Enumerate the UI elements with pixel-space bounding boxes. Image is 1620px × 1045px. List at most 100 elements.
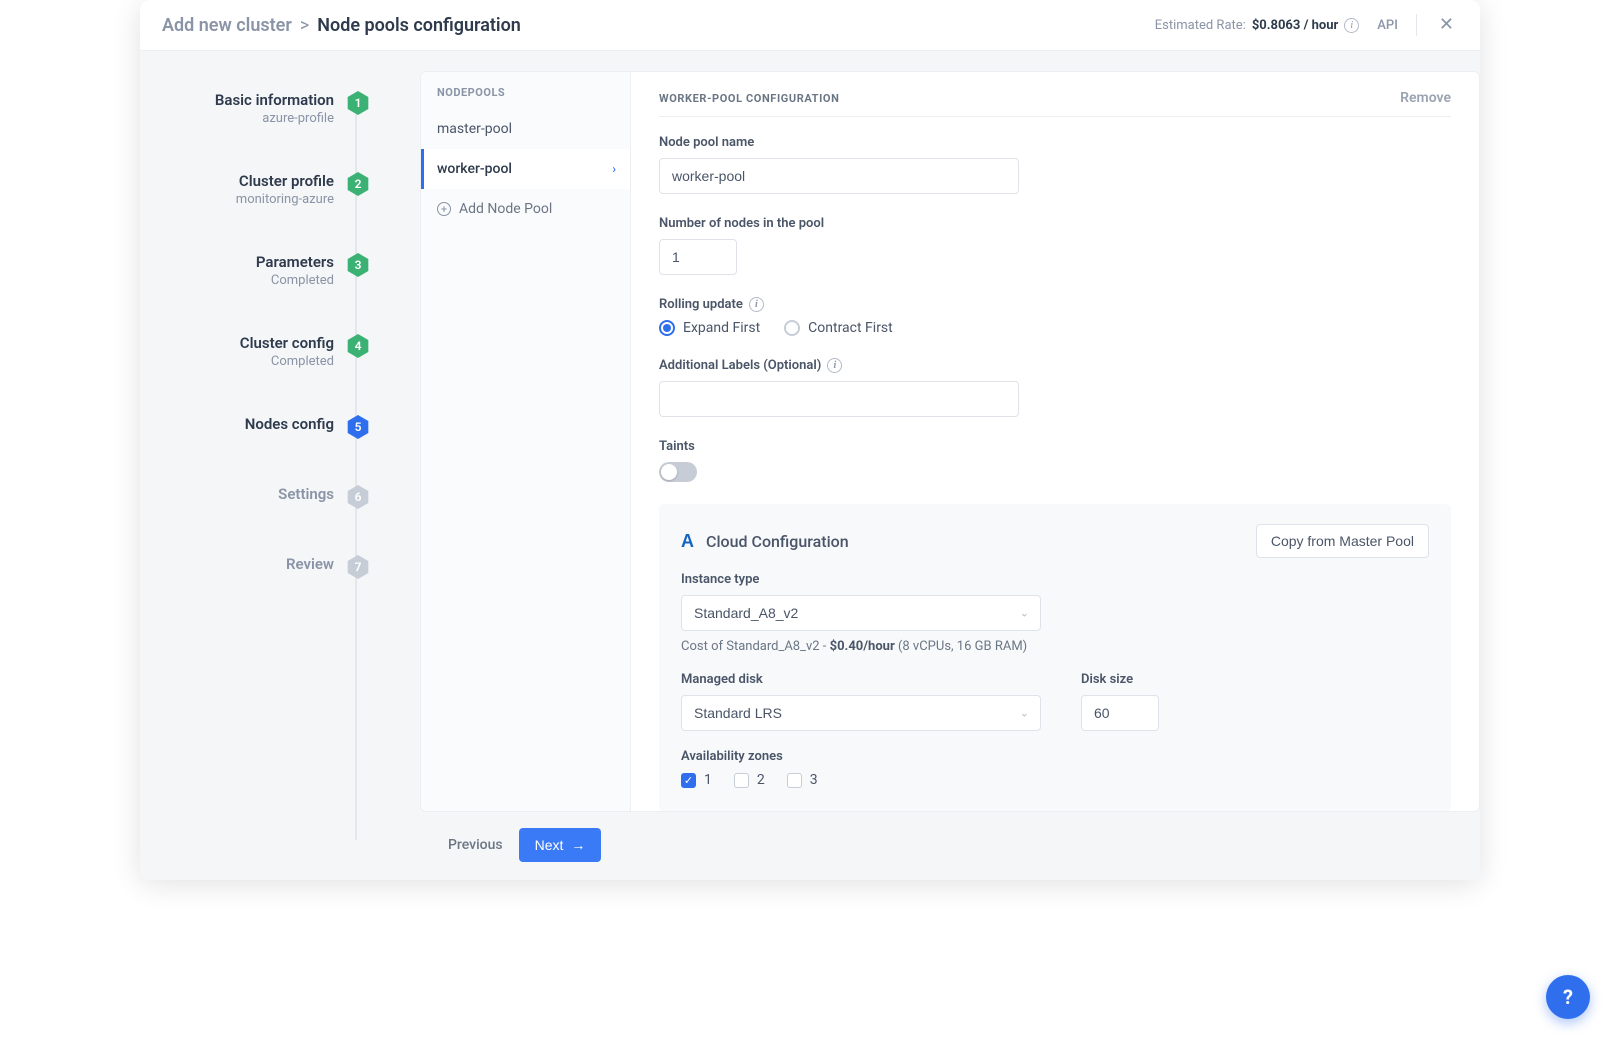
managed-disk-select[interactable] bbox=[681, 695, 1041, 731]
step-settings[interactable]: Settings 6 bbox=[140, 485, 370, 555]
checkbox-icon: ✓ bbox=[681, 773, 696, 788]
step-badge: 7 bbox=[346, 555, 370, 579]
nodepool-list: NODEPOOLS master-pool worker-pool › + Ad… bbox=[421, 72, 631, 811]
chevron-down-icon: ⌄ bbox=[1020, 607, 1029, 620]
field-additional-labels: Additional Labels (Optional) i bbox=[659, 358, 1451, 417]
radio-dot-icon bbox=[784, 320, 800, 336]
radio-label: Contract First bbox=[808, 320, 893, 336]
step-parameters[interactable]: Parameters Completed 3 bbox=[140, 253, 370, 334]
step-badge: 5 bbox=[346, 415, 370, 439]
step-title: Cluster config bbox=[240, 334, 334, 352]
instance-type-label: Instance type bbox=[681, 572, 1429, 587]
step-subtitle: azure-profile bbox=[215, 111, 334, 126]
step-title: Settings bbox=[278, 485, 334, 503]
arrow-right-icon: → bbox=[571, 837, 585, 853]
app-window: Add new cluster > Node pools configurati… bbox=[140, 0, 1480, 880]
radio-expand-first[interactable]: Expand First bbox=[659, 320, 760, 336]
body: Basic information azure-profile 1 Cluste… bbox=[140, 51, 1480, 880]
info-icon[interactable]: i bbox=[1344, 18, 1359, 33]
next-button[interactable]: Next → bbox=[519, 828, 602, 862]
separator bbox=[1416, 14, 1417, 36]
step-nodes-config[interactable]: Nodes config 5 bbox=[140, 415, 370, 485]
step-title: Parameters bbox=[256, 253, 334, 271]
rolling-update-options: Expand First Contract First bbox=[659, 320, 1451, 336]
field-instance-type: Instance type ⌄ Cost of Standard_A8_v2 -… bbox=[681, 572, 1429, 654]
rolling-update-label: Rolling update i bbox=[659, 297, 1451, 312]
step-cluster-profile[interactable]: Cluster profile monitoring-azure 2 bbox=[140, 172, 370, 253]
add-nodepool-label: Add Node Pool bbox=[459, 201, 552, 217]
step-review[interactable]: Review 7 bbox=[140, 555, 370, 625]
instance-cost-line: Cost of Standard_A8_v2 - $0.40/hour (8 v… bbox=[681, 639, 1429, 654]
chevron-right-icon: › bbox=[612, 162, 616, 176]
add-nodepool-button[interactable]: + Add Node Pool bbox=[421, 189, 630, 229]
section-title: WORKER-POOL CONFIGURATION bbox=[659, 92, 839, 105]
field-disk-size: Disk size bbox=[1081, 672, 1159, 731]
previous-button[interactable]: Previous bbox=[448, 837, 503, 853]
breadcrumb-separator: > bbox=[300, 15, 309, 36]
topbar-right: Estimated Rate: $0.8063 / hour i API ✕ bbox=[1155, 14, 1458, 36]
next-button-label: Next bbox=[535, 837, 564, 853]
field-managed-disk: Managed disk ⌄ bbox=[681, 672, 1041, 731]
azure-icon: A bbox=[681, 531, 694, 552]
estimated-rate-label: Estimated Rate: bbox=[1155, 18, 1246, 33]
az-checkbox-2[interactable]: 2 bbox=[734, 772, 765, 788]
main: NODEPOOLS master-pool worker-pool › + Ad… bbox=[370, 51, 1480, 880]
info-icon[interactable]: i bbox=[827, 358, 842, 373]
field-pool-name: Node pool name bbox=[659, 135, 1451, 194]
additional-labels-input[interactable] bbox=[659, 381, 1019, 417]
az-checkbox-3[interactable]: 3 bbox=[787, 772, 818, 788]
num-nodes-label: Number of nodes in the pool bbox=[659, 216, 1451, 231]
cloud-title-text: Cloud Configuration bbox=[706, 532, 849, 551]
radio-label: Expand First bbox=[683, 320, 760, 336]
field-num-nodes: Number of nodes in the pool bbox=[659, 216, 1451, 275]
step-title: Review bbox=[286, 555, 334, 573]
cloud-card-header: A Cloud Configuration Copy from Master P… bbox=[681, 524, 1429, 558]
nodepool-list-header: NODEPOOLS bbox=[421, 72, 630, 109]
step-subtitle: Completed bbox=[240, 354, 334, 369]
cloud-card-title: A Cloud Configuration bbox=[681, 531, 849, 552]
step-title: Nodes config bbox=[245, 415, 334, 433]
step-basic-information[interactable]: Basic information azure-profile 1 bbox=[140, 91, 370, 172]
close-icon[interactable]: ✕ bbox=[1435, 16, 1458, 34]
taints-toggle[interactable] bbox=[659, 462, 697, 482]
form-area: WORKER-POOL CONFIGURATION Remove Node po… bbox=[631, 72, 1479, 811]
breadcrumb-current: Node pools configuration bbox=[317, 15, 521, 36]
step-badge: 4 bbox=[346, 334, 370, 358]
disk-size-input[interactable] bbox=[1081, 695, 1159, 731]
info-icon[interactable]: i bbox=[749, 297, 764, 312]
cloud-configuration-card: A Cloud Configuration Copy from Master P… bbox=[659, 504, 1451, 811]
additional-labels-label: Additional Labels (Optional) i bbox=[659, 358, 1451, 373]
pool-name-label: Node pool name bbox=[659, 135, 1451, 150]
field-rolling-update: Rolling update i Expand First Contract F… bbox=[659, 297, 1451, 336]
nodepool-item-label: master-pool bbox=[437, 121, 512, 137]
plus-icon: + bbox=[437, 202, 451, 216]
nodepool-item-label: worker-pool bbox=[437, 161, 512, 177]
step-cluster-config[interactable]: Cluster config Completed 4 bbox=[140, 334, 370, 415]
chevron-down-icon: ⌄ bbox=[1020, 707, 1029, 720]
help-fab[interactable]: ? bbox=[1546, 975, 1590, 1019]
copy-from-master-button[interactable]: Copy from Master Pool bbox=[1256, 524, 1429, 558]
availability-zones-label: Availability zones bbox=[681, 749, 1429, 764]
radio-contract-first[interactable]: Contract First bbox=[784, 320, 893, 336]
nodepool-item-worker[interactable]: worker-pool › bbox=[421, 149, 630, 189]
az-label: 1 bbox=[704, 772, 712, 788]
step-badge: 2 bbox=[346, 172, 370, 196]
step-badge: 3 bbox=[346, 253, 370, 277]
breadcrumb-root[interactable]: Add new cluster bbox=[162, 15, 292, 36]
pool-name-input[interactable] bbox=[659, 158, 1019, 194]
wizard-steps: Basic information azure-profile 1 Cluste… bbox=[140, 51, 370, 880]
api-link[interactable]: API bbox=[1377, 18, 1398, 33]
nodepool-item-master[interactable]: master-pool bbox=[421, 109, 630, 149]
remove-button[interactable]: Remove bbox=[1400, 90, 1451, 106]
step-subtitle: monitoring-azure bbox=[236, 192, 334, 207]
step-badge: 6 bbox=[346, 485, 370, 509]
az-label: 3 bbox=[810, 772, 818, 788]
az-checkbox-1[interactable]: ✓ 1 bbox=[681, 772, 712, 788]
checkbox-icon bbox=[734, 773, 749, 788]
num-nodes-input[interactable] bbox=[659, 239, 737, 275]
topbar: Add new cluster > Node pools configurati… bbox=[140, 0, 1480, 51]
breadcrumb: Add new cluster > Node pools configurati… bbox=[162, 15, 521, 36]
field-availability-zones: Availability zones ✓ 1 2 bbox=[681, 749, 1429, 788]
step-title: Basic information bbox=[215, 91, 334, 109]
instance-type-select[interactable] bbox=[681, 595, 1041, 631]
